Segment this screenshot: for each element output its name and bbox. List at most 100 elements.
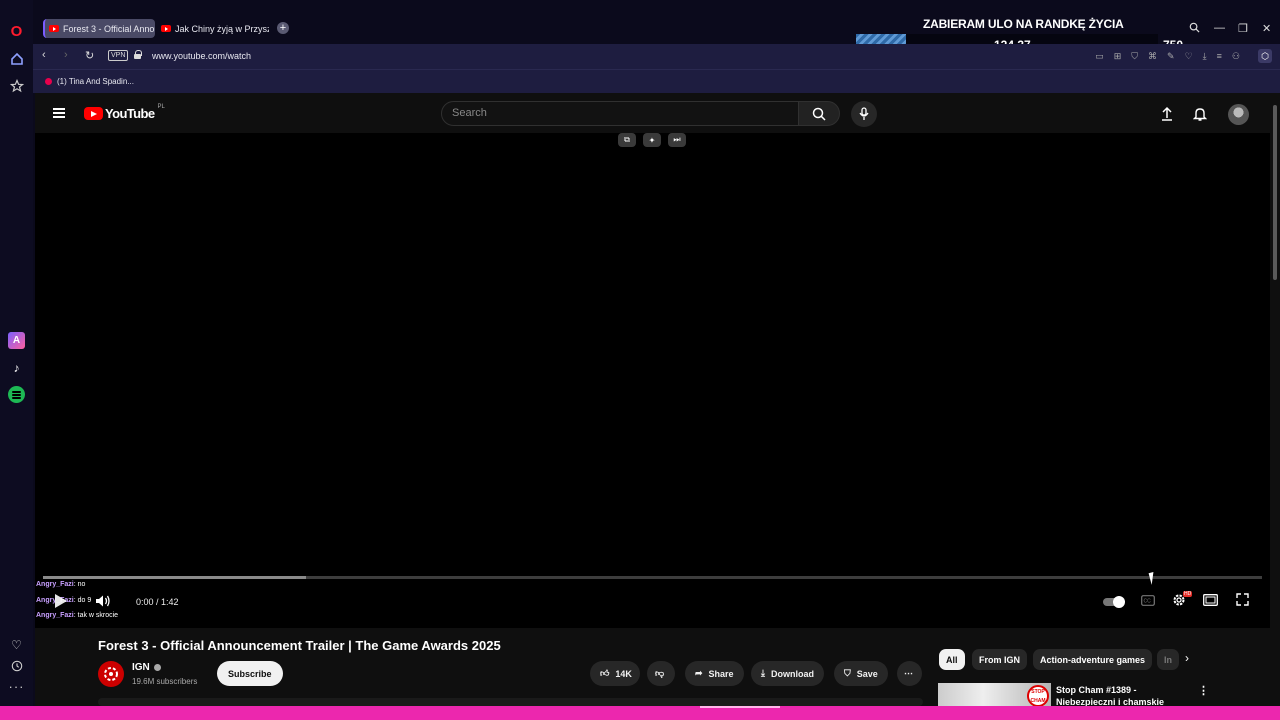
svg-text:CC: CC	[1144, 599, 1152, 605]
tab-forest3[interactable]: Forest 3 - Official Announ	[43, 19, 155, 38]
home-icon[interactable]	[8, 50, 25, 67]
channel-name[interactable]: IGN	[132, 662, 161, 673]
star-icon[interactable]	[8, 77, 25, 94]
recommended-more-icon[interactable]: ⋮	[1198, 684, 1209, 697]
tab-search-icon[interactable]: ⊞	[1114, 51, 1122, 62]
back-icon[interactable]: ‹	[42, 49, 46, 61]
thumbs-up-icon: 👍︎	[600, 668, 610, 678]
youtube-favicon-icon	[161, 25, 171, 32]
youtube-logo[interactable]: YouTube PL	[84, 103, 165, 121]
skip-icon[interactable]: ⏭	[668, 133, 686, 147]
more-icon[interactable]: ···	[8, 678, 25, 695]
subscriber-count: 19.6M subscribers	[132, 677, 198, 686]
lock-icon[interactable]	[134, 50, 142, 59]
opera-sidebar: O A ♪ ♡ ···	[0, 0, 33, 706]
notifications-bell-icon[interactable]	[1191, 105, 1209, 123]
extension-icon[interactable]: ⬡	[1258, 49, 1272, 63]
share-button[interactable]: ➦ Share	[685, 661, 744, 686]
autoplay-toggle[interactable]	[1103, 596, 1125, 608]
chips-next-chevron-icon[interactable]: ›	[1185, 651, 1189, 665]
url-field[interactable]: www.youtube.com/watch	[152, 51, 251, 61]
search-button[interactable]	[798, 101, 840, 126]
youtube-logo-text: YouTube	[105, 106, 155, 121]
buffered-progress	[43, 576, 307, 579]
youtube-favicon-icon	[49, 25, 59, 32]
save-button[interactable]: ⛉ Save	[834, 661, 888, 686]
forward-icon[interactable]: ›	[64, 49, 68, 61]
subscribe-button[interactable]: Subscribe	[217, 661, 283, 686]
scrollbar-thumb[interactable]	[1273, 105, 1277, 280]
more-dots-icon: ⋯	[904, 668, 913, 678]
voice-search-button[interactable]	[851, 101, 877, 127]
chat-text: : do 9	[73, 597, 92, 604]
new-tab-plus-icon[interactable]: +	[277, 22, 289, 34]
restore-icon[interactable]: ❐	[1238, 22, 1248, 35]
chat-message: Angry_Fazi: no	[36, 581, 85, 588]
dislike-button[interactable]: 👎︎	[647, 661, 675, 686]
region-code: PL	[157, 103, 165, 110]
chip-action-adventure[interactable]: Action-adventure games	[1033, 649, 1153, 670]
reload-icon[interactable]: ↻	[85, 49, 94, 62]
overlay-goal-title: ZABIERAM ULO NA RANDKĘ ŻYCIA	[923, 17, 1124, 31]
play-icon[interactable]	[55, 594, 67, 608]
stream-bottom-bar	[0, 706, 1280, 720]
thumbs-down-icon: 👎︎	[655, 668, 665, 678]
bookmarks-bar: (1) Tina And Spadin...	[33, 69, 1280, 93]
download-icon[interactable]: ⤓	[1203, 51, 1207, 62]
spotify-icon[interactable]	[8, 386, 25, 403]
opera-logo-icon[interactable]: O	[8, 23, 25, 40]
hamburger-menu-icon[interactable]	[53, 108, 65, 118]
chat-user: Angry_Fazi	[36, 581, 74, 588]
easy-setup-icon[interactable]: ≡	[1217, 51, 1222, 62]
chat-user: Angry_Fazi	[36, 612, 74, 619]
upload-icon[interactable]	[1158, 105, 1176, 123]
bookmark-label: (1) Tina And Spadin...	[57, 77, 134, 86]
vpn-badge[interactable]: VPN	[108, 50, 129, 61]
chip-partial[interactable]: In	[1157, 649, 1179, 670]
miniplayer-icon[interactable]: ⧉	[618, 133, 636, 147]
recommended-thumbnail[interactable]: STOP CHAM	[938, 683, 1051, 706]
share-arrow-icon: ➦	[695, 668, 703, 678]
channel-name-text: IGN	[132, 662, 150, 673]
search-input[interactable]	[452, 107, 782, 119]
chip-from-ign[interactable]: From IGN	[972, 649, 1028, 670]
aria-app-icon[interactable]: A	[8, 332, 25, 349]
video-time: 0:00 / 1:42	[136, 597, 179, 607]
channel-avatar[interactable]	[98, 661, 124, 687]
like-button[interactable]: 👍︎ 14K	[590, 661, 640, 686]
browser-search-icon[interactable]	[1189, 22, 1200, 36]
favorite-heart-icon[interactable]: ♡	[1185, 51, 1193, 62]
minimize-icon[interactable]: —	[1214, 22, 1225, 34]
profile-icon[interactable]: ⚇	[1232, 51, 1240, 62]
pen-icon[interactable]: ✎	[1167, 51, 1175, 62]
download-button[interactable]: ⤓ Download	[751, 661, 824, 686]
account-avatar[interactable]	[1228, 104, 1249, 125]
youtube-page: YouTube PL ⧉ ✦ ⏭ Angry_Fazi: no	[35, 93, 1270, 706]
theater-mode-icon[interactable]	[1203, 593, 1218, 611]
subtitles-icon[interactable]: CC	[1141, 593, 1155, 611]
tiktok-icon[interactable]: ♪	[8, 359, 25, 376]
recommended-title[interactable]: Stop Cham #1389 - Niebezpieczni i chamsk…	[1056, 684, 1176, 706]
ai-sparkle-icon[interactable]: ✦	[643, 133, 661, 147]
save-label: Save	[856, 668, 878, 679]
bookmark-item[interactable]: (1) Tina And Spadin...	[45, 77, 134, 86]
volume-icon[interactable]	[95, 594, 111, 613]
page-scrollbar[interactable]	[1270, 93, 1280, 706]
video-player[interactable]: ⧉ ✦ ⏭ Angry_Fazi: no Angry_Fazi : do 9 An…	[35, 133, 1270, 628]
progress-bar[interactable]	[43, 576, 1262, 579]
address-bar-actions: ▭ ⊞ ⛉ ⌘ ✎ ♡ ⤓ ≡ ⚇	[1095, 51, 1240, 62]
wallet-icon[interactable]: ⌘	[1148, 51, 1157, 62]
tab-label: Forest 3 - Official Announ	[63, 23, 155, 34]
heart-icon[interactable]: ♡	[8, 636, 25, 653]
history-clock-icon[interactable]	[8, 657, 25, 674]
tab-chiny[interactable]: Jak Chiny żyją w Przyszłości	[157, 19, 269, 38]
more-actions-button[interactable]: ⋯	[897, 661, 922, 686]
shield-icon[interactable]: ⛉	[1131, 51, 1138, 62]
fullscreen-icon[interactable]	[1236, 593, 1249, 611]
screenshot-icon[interactable]: ▭	[1095, 51, 1104, 62]
video-title: Forest 3 - Official Announcement Trailer…	[98, 638, 501, 653]
stream-bar-highlight	[700, 706, 780, 708]
chip-all[interactable]: All	[939, 649, 965, 670]
close-icon[interactable]: ✕	[1262, 22, 1271, 35]
bookmark-icon: ⛉	[844, 668, 851, 678]
